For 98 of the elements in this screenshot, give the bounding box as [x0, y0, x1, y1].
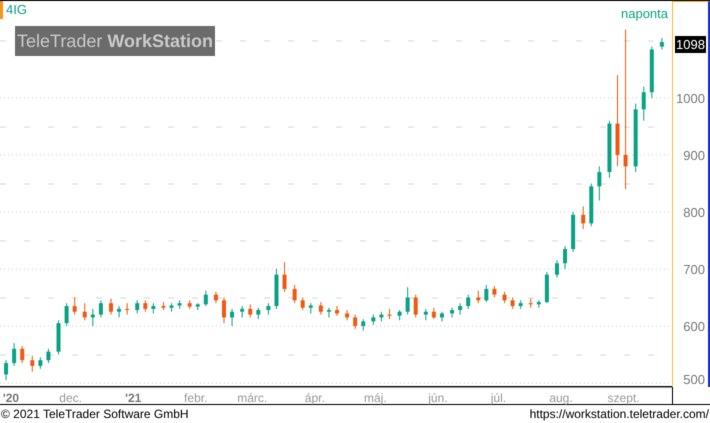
candlestick: [125, 302, 130, 316]
candlestick: [282, 262, 287, 292]
candlestick: [528, 298, 533, 308]
price-label: 500: [683, 373, 705, 386]
time-label: szept.: [608, 390, 640, 407]
candlestick: [335, 306, 339, 316]
candlestick: [510, 296, 515, 310]
candlestick: [214, 291, 218, 304]
candlestick: [450, 307, 454, 318]
candlestick: [502, 291, 506, 304]
candlestick: [563, 246, 568, 270]
time-label: '21: [125, 390, 142, 407]
candlestick: [204, 290, 208, 307]
candlestick: [30, 355, 34, 372]
candlestick: [274, 268, 278, 310]
price-label: 800: [683, 206, 705, 219]
candlestick: [188, 300, 192, 310]
candlestick: [484, 284, 488, 303]
candlestick: [326, 307, 331, 318]
candlestick: [518, 300, 523, 310]
candlestick: [634, 103, 638, 173]
time-label: jún.: [428, 390, 448, 407]
candlestick: [581, 206, 586, 230]
candlestick: [266, 302, 270, 316]
time-label: máj.: [364, 390, 387, 407]
time-label: aug.: [549, 390, 573, 407]
candlestick: [554, 260, 559, 278]
candlestick: [64, 302, 69, 326]
candlestick: [98, 300, 103, 318]
candlestick: [492, 286, 496, 298]
candlestick: [170, 302, 174, 312]
candlestick: [46, 348, 50, 364]
candlestick: [82, 302, 87, 321]
logo-brand: TeleTrader: [16, 30, 102, 52]
candlestick: [12, 342, 16, 366]
candlestick: [432, 307, 436, 320]
candlestick: [256, 307, 260, 320]
time-label: márc.: [237, 390, 268, 407]
candlestick: [353, 314, 358, 330]
candlestick: [151, 302, 156, 314]
candlestick: [597, 166, 602, 202]
last-price-tag: 1098: [675, 36, 706, 53]
candlestick: [20, 345, 24, 364]
instrument-marker: [0, 1, 3, 19]
candlestick: [398, 310, 402, 321]
time-label: febr.: [184, 390, 208, 407]
candlestick: [178, 300, 182, 310]
candlestick: [650, 46, 654, 98]
candlestick: [660, 38, 664, 50]
candlestick: [379, 311, 384, 322]
time-label: júl.: [490, 390, 506, 407]
candlestick: [607, 120, 612, 178]
logo-product: WorkStation: [107, 30, 214, 52]
candlestick: [135, 300, 140, 314]
price-label: 600: [683, 320, 705, 333]
candlestick: [387, 308, 392, 320]
candlestick: [292, 284, 297, 304]
candlestick: [230, 308, 234, 326]
candlestick: [240, 306, 244, 318]
price-label: 1000: [676, 92, 705, 105]
price-label: 900: [683, 148, 705, 162]
candlestick: [56, 320, 61, 355]
price-label: 700: [683, 262, 705, 276]
candlestick: [371, 314, 376, 326]
candlestick: [642, 86, 646, 122]
copyright-text: © 2021 TeleTrader Software GmbH: [1, 406, 189, 422]
candlestick: [544, 271, 549, 304]
candlestick: [466, 294, 470, 310]
candlestick: [458, 302, 462, 316]
time-label: '20: [2, 390, 20, 407]
time-label: ápr.: [304, 390, 325, 407]
candlestick: [300, 296, 305, 311]
candlestick: [143, 300, 148, 312]
candlestick: [4, 360, 8, 381]
candlestick: [318, 302, 323, 316]
candlestick: [536, 300, 541, 308]
candlestick: [440, 311, 444, 322]
candlestick: [308, 302, 313, 314]
candlestick: [361, 318, 366, 332]
candlestick: [196, 302, 200, 311]
candlestick: [424, 308, 428, 321]
candlestick: [90, 308, 95, 326]
candlestick: [589, 182, 594, 227]
time-label: dec.: [59, 390, 82, 407]
candlestick: [109, 298, 113, 316]
candlestick: [345, 310, 350, 321]
candlestick: [161, 302, 166, 311]
candlestick: [406, 286, 410, 316]
candlestick: [38, 356, 42, 370]
instrument-symbol: 4IG: [6, 3, 27, 16]
website-link[interactable]: https://workstation.teletrader.com/: [530, 404, 709, 422]
candlestick: [222, 296, 226, 324]
candlestick: [117, 306, 122, 318]
candlestick: [571, 211, 576, 252]
candlestick: [248, 304, 252, 318]
candlestick: [72, 296, 77, 316]
candlestick: [414, 294, 418, 318]
candlestick: [476, 290, 480, 304]
